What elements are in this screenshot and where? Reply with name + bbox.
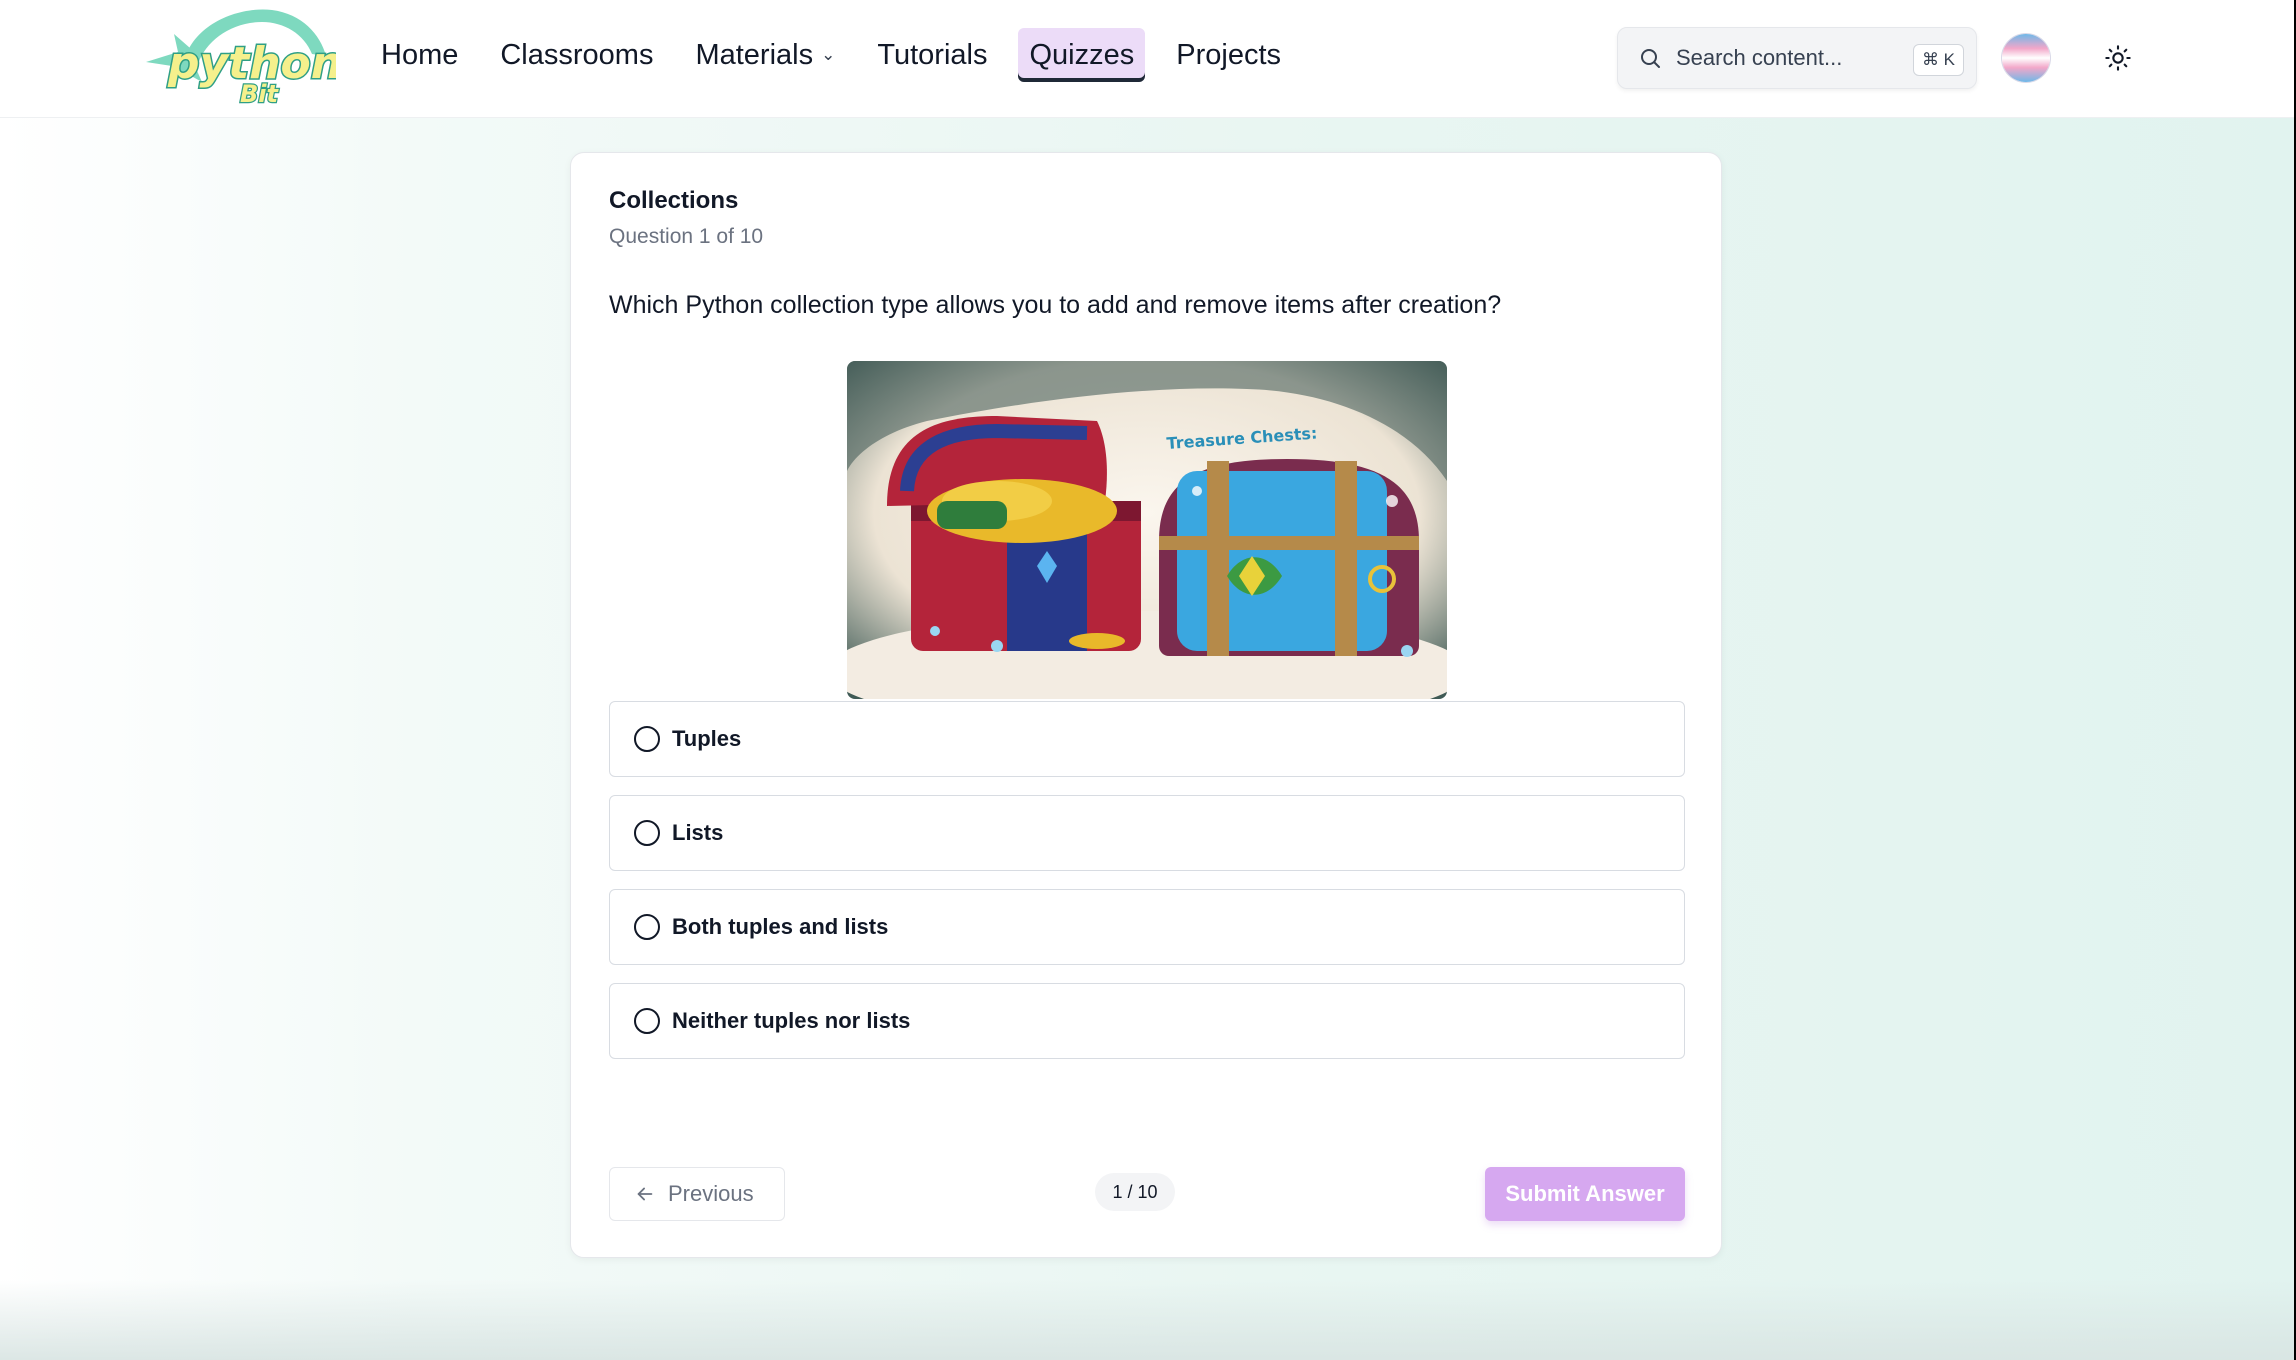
radio-icon[interactable] xyxy=(634,914,660,940)
logo-subtext: Bit xyxy=(240,80,280,108)
theme-toggle-button[interactable] xyxy=(2100,40,2136,76)
answer-option-both[interactable]: Both tuples and lists xyxy=(609,889,1685,965)
previous-label: Previous xyxy=(668,1181,754,1206)
question-text: Which Python collection type allows you … xyxy=(609,291,1502,319)
nav-classrooms-label: Classrooms xyxy=(500,38,654,71)
option-label: Lists xyxy=(672,820,724,845)
top-navbar: python Bit Home Classrooms Materials ⌄ Tu… xyxy=(0,0,2294,118)
nav-tutorials[interactable]: Tutorials xyxy=(866,28,998,82)
search-icon xyxy=(1641,49,1660,68)
bottom-fade xyxy=(0,1280,2294,1360)
nav-home-label: Home xyxy=(381,38,459,71)
avatar[interactable] xyxy=(2002,34,2050,82)
answer-option-tuples[interactable]: Tuples xyxy=(609,701,1685,777)
nav-materials[interactable]: Materials ⌄ xyxy=(684,28,846,82)
python-bit-logo[interactable]: python Bit xyxy=(144,4,336,108)
quiz-title: Collections xyxy=(609,187,739,214)
main-nav: Home Classrooms Materials ⌄ Tutorials Qui… xyxy=(370,28,1312,82)
submit-answer-button[interactable]: Submit Answer xyxy=(1485,1167,1685,1221)
nav-quizzes-label: Quizzes xyxy=(1029,38,1135,71)
option-label: Tuples xyxy=(672,726,742,751)
question-progress: Question 1 of 10 xyxy=(609,225,764,248)
previous-button[interactable]: Previous xyxy=(609,1167,785,1221)
radio-icon[interactable] xyxy=(634,1008,660,1034)
option-label: Neither tuples nor lists xyxy=(672,1008,911,1033)
answer-option-lists[interactable]: Lists xyxy=(609,795,1685,871)
radio-icon[interactable] xyxy=(634,820,660,846)
quiz-card: Collections Question 1 of 10 Which Pytho… xyxy=(570,152,1722,1258)
nav-materials-label: Materials xyxy=(695,38,814,71)
nav-projects-label: Projects xyxy=(1176,38,1282,71)
nav-tutorials-label: Tutorials xyxy=(877,38,988,71)
chevron-down-icon: ⌄ xyxy=(821,45,836,64)
radio-icon[interactable] xyxy=(634,726,660,752)
nav-classrooms[interactable]: Classrooms xyxy=(489,28,664,82)
treasure-chests-illustration: Treasure Chests: xyxy=(847,361,1447,699)
app-viewport: python Bit Home Classrooms Materials ⌄ Tu… xyxy=(0,0,2294,1360)
option-label: Both tuples and lists xyxy=(672,914,889,939)
nav-quizzes[interactable]: Quizzes xyxy=(1018,28,1146,82)
nav-projects[interactable]: Projects xyxy=(1165,28,1292,82)
search-box[interactable]: Search content... ⌘ K xyxy=(1617,27,1977,89)
search-placeholder: Search content... xyxy=(1676,45,1843,70)
page-indicator: 1 / 10 xyxy=(1095,1173,1175,1211)
search-shortcut-badge: ⌘ K xyxy=(1912,44,1964,76)
sun-icon xyxy=(2105,45,2131,71)
nav-home[interactable]: Home xyxy=(370,28,469,82)
answer-option-neither[interactable]: Neither tuples nor lists xyxy=(609,983,1685,1059)
arrow-left-icon xyxy=(637,1187,653,1201)
